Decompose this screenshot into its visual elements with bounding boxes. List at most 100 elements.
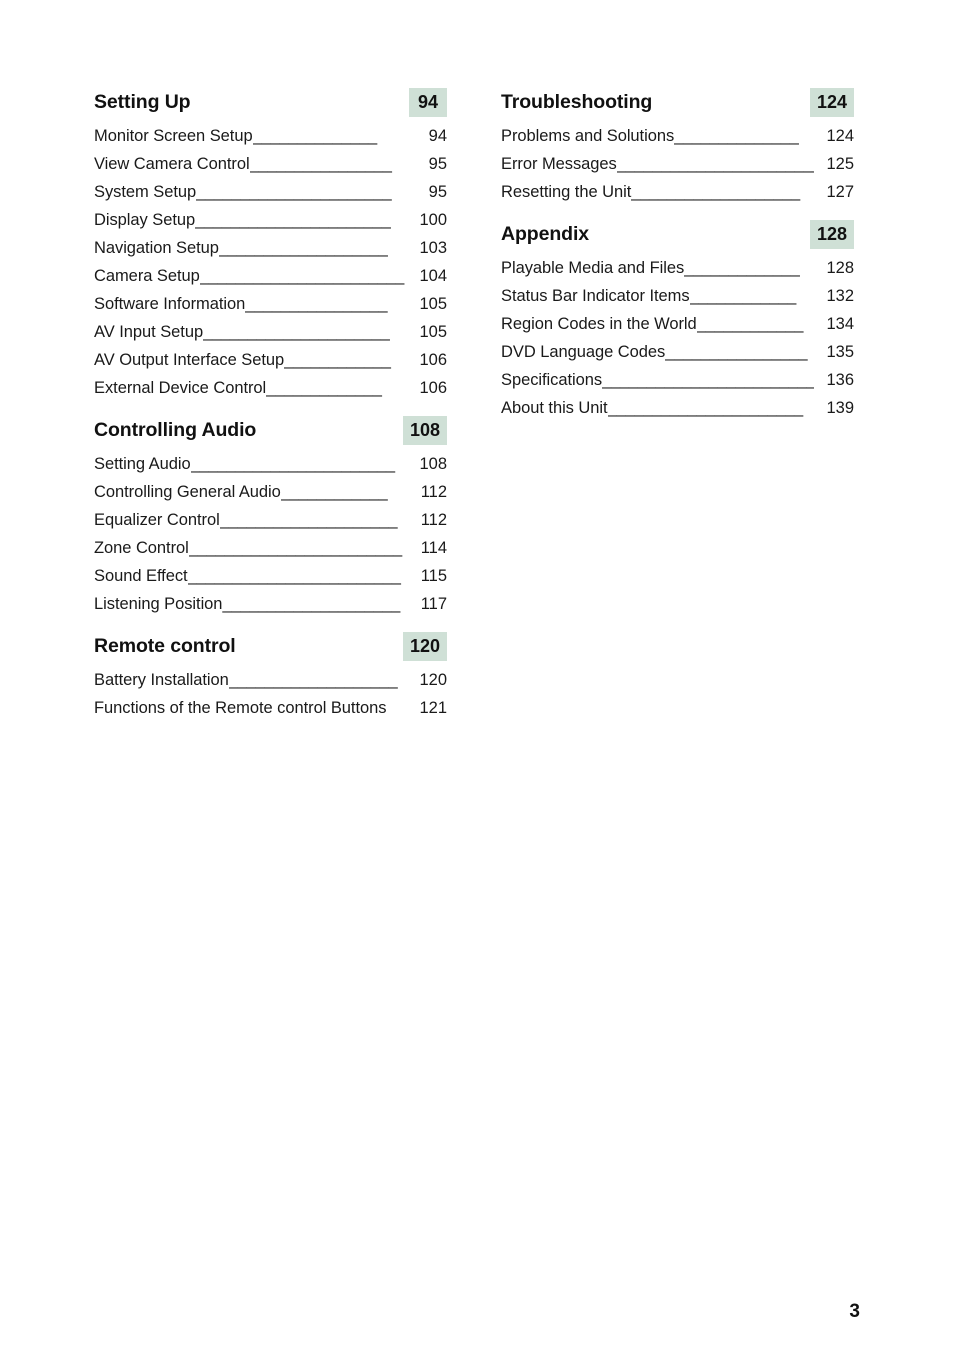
toc-entry[interactable]: Battery Installation ___________________ 1… xyxy=(94,666,447,694)
toc-entry-leader: ____________________ xyxy=(222,595,400,613)
toc-entry-label: Controlling General Audio xyxy=(94,483,281,501)
toc-entry-page: 108 xyxy=(419,455,447,473)
toc-entry-label: Monitor Screen Setup xyxy=(94,127,253,145)
toc-entry-label: AV Input Setup xyxy=(94,323,204,341)
toc-entry-label: Functions of the Remote control Buttons xyxy=(94,699,387,717)
toc-entry-leader: _____________________ xyxy=(203,323,390,341)
toc-entry-label: Setting Audio xyxy=(94,455,191,473)
toc-entry[interactable]: Setting Audio _______________________ 108 xyxy=(94,450,447,478)
toc-entry-page: 114 xyxy=(420,539,447,557)
toc-entry[interactable]: Controlling General Audio ____________ 112 xyxy=(94,478,447,506)
toc-entry-leader: _______________________ xyxy=(199,267,404,285)
toc-section-title: Remote control xyxy=(94,635,236,657)
toc-entry[interactable]: Problems and Solutions ______________ 124 xyxy=(501,122,854,150)
toc-entry-leader: ____________ xyxy=(689,287,797,305)
toc-entry[interactable]: System Setup ______________________ 95 xyxy=(94,178,447,206)
toc-entry-leader: _____________ xyxy=(684,259,800,277)
toc-entry-leader: ___________________ xyxy=(218,239,388,257)
toc-entry-leader: ______________ xyxy=(252,127,378,145)
toc-entry-page: 135 xyxy=(826,343,854,361)
toc-columns: Setting Up 94 Monitor Screen Setup ________… xyxy=(94,88,854,722)
toc-entry-leader: ____________ xyxy=(280,483,388,501)
toc-entry-page: 94 xyxy=(428,127,447,145)
toc-entry-label: Region Codes in the World xyxy=(501,315,697,333)
page-number-folio: 3 xyxy=(849,1301,860,1322)
toc-section-heading[interactable]: Setting Up 94 xyxy=(94,88,447,122)
toc-entry[interactable]: Resetting the Unit ___________________ 127 xyxy=(501,178,854,206)
toc-section-page-badge: 94 xyxy=(409,88,447,117)
toc-entry[interactable]: Functions of the Remote control Buttons 1… xyxy=(94,694,447,722)
toc-entry-label: Sound Effect xyxy=(94,567,188,585)
toc-entry-page: 115 xyxy=(420,567,447,585)
toc-entry[interactable]: Sound Effect ________________________ 115 xyxy=(94,562,447,590)
toc-entry-page: 125 xyxy=(826,155,854,173)
toc-entry-page: 105 xyxy=(419,295,447,313)
toc-entry-page: 104 xyxy=(419,267,447,285)
toc-entry-page: 117 xyxy=(420,595,447,613)
toc-entry-page: 136 xyxy=(826,371,854,389)
toc-entry-label: Listening Position xyxy=(94,595,223,613)
toc-entry-label: Display Setup xyxy=(94,211,196,229)
toc-section-heading[interactable]: Troubleshooting 124 xyxy=(501,88,854,122)
toc-section-heading[interactable]: Appendix 128 xyxy=(501,220,854,254)
toc-entry-leader: ___________________ xyxy=(631,183,800,201)
toc-entry[interactable]: Monitor Screen Setup ______________ 94 xyxy=(94,122,447,150)
toc-entry-label: Navigation Setup xyxy=(94,239,219,257)
toc-entry-leader: ____________ xyxy=(284,351,391,369)
toc-entry[interactable]: Display Setup ______________________ 100 xyxy=(94,206,447,234)
toc-entry-page: 127 xyxy=(826,183,854,201)
toc-entry-page: 100 xyxy=(419,211,447,229)
toc-entry[interactable]: Software Information ________________ 105 xyxy=(94,290,447,318)
toc-entry-label: External Device Control xyxy=(94,379,267,397)
toc-entry[interactable]: External Device Control _____________ 106 xyxy=(94,374,447,402)
toc-entry-page: 106 xyxy=(419,379,447,397)
toc-entry[interactable]: Status Bar Indicator Items ____________ 13… xyxy=(501,282,854,310)
toc-entry[interactable]: About this Unit ______________________ 139 xyxy=(501,394,854,422)
toc-entry-label: Camera Setup xyxy=(94,267,200,285)
toc-entry-leader: ______________________ xyxy=(607,399,804,417)
toc-entry[interactable]: Zone Control ________________________ 114 xyxy=(94,534,447,562)
toc-entry-page: 112 xyxy=(420,483,447,501)
toc-entry-page: 112 xyxy=(420,511,447,529)
toc-section-page-badge: 120 xyxy=(402,632,447,661)
toc-entry-leader: _______________________ xyxy=(616,155,814,173)
toc-entry[interactable]: AV Output Interface Setup ____________ 106 xyxy=(94,346,447,374)
toc-entry-label: Playable Media and Files xyxy=(501,259,685,277)
toc-entry[interactable]: Listening Position ____________________ 11… xyxy=(94,590,447,618)
toc-entry-leader: _____________ xyxy=(266,379,382,397)
toc-entry[interactable]: Navigation Setup ___________________ 103 xyxy=(94,234,447,262)
toc-entry-label: Problems and Solutions xyxy=(501,127,675,145)
toc-column-right: Troubleshooting 124 Problems and Solutions… xyxy=(501,88,854,422)
toc-entry-page: 132 xyxy=(826,287,854,305)
toc-entry-page: 105 xyxy=(419,323,447,341)
toc-section-heading[interactable]: Remote control 120 xyxy=(94,632,447,666)
toc-entry[interactable]: View Camera Control ________________ 95 xyxy=(94,150,447,178)
toc-entry[interactable]: DVD Language Codes ________________ 135 xyxy=(501,338,854,366)
toc-entry-leader: ________________________ xyxy=(602,371,814,389)
toc-entry-leader: ________________ xyxy=(249,155,392,173)
toc-entry[interactable]: Equalizer Control ____________________ 112 xyxy=(94,506,447,534)
toc-entry[interactable]: Region Codes in the World ____________ 134 xyxy=(501,310,854,338)
toc-entry[interactable]: Camera Setup _______________________ 104 xyxy=(94,262,447,290)
toc-entry-label: Error Messages xyxy=(501,155,617,173)
toc-entry-label: Status Bar Indicator Items xyxy=(501,287,690,305)
toc-entry[interactable]: Playable Media and Files _____________ 128 xyxy=(501,254,854,282)
toc-entry-page: 134 xyxy=(826,315,854,333)
toc-page: Setting Up 94 Monitor Screen Setup ________… xyxy=(0,0,954,1354)
toc-section-title: Setting Up xyxy=(94,91,191,113)
toc-section-page-badge: 108 xyxy=(402,416,447,445)
toc-column-left: Setting Up 94 Monitor Screen Setup ________… xyxy=(94,88,447,722)
toc-entry-page: 128 xyxy=(826,259,854,277)
toc-section-heading[interactable]: Controlling Audio 108 xyxy=(94,416,447,450)
toc-section-page-badge: 128 xyxy=(809,220,854,249)
toc-entry-label: DVD Language Codes xyxy=(501,343,666,361)
toc-entry[interactable]: Error Messages _______________________ 125 xyxy=(501,150,854,178)
toc-entry[interactable]: Specifications ________________________ 13… xyxy=(501,366,854,394)
toc-entry[interactable]: AV Input Setup _____________________ 105 xyxy=(94,318,447,346)
toc-entry-label: AV Output Interface Setup xyxy=(94,351,285,369)
toc-section-page-badge: 124 xyxy=(809,88,854,117)
toc-entry-page: 121 xyxy=(419,699,447,717)
toc-section-title: Troubleshooting xyxy=(501,91,653,113)
toc-entry-page: 120 xyxy=(419,671,447,689)
toc-entry-label: Zone Control xyxy=(94,539,189,557)
